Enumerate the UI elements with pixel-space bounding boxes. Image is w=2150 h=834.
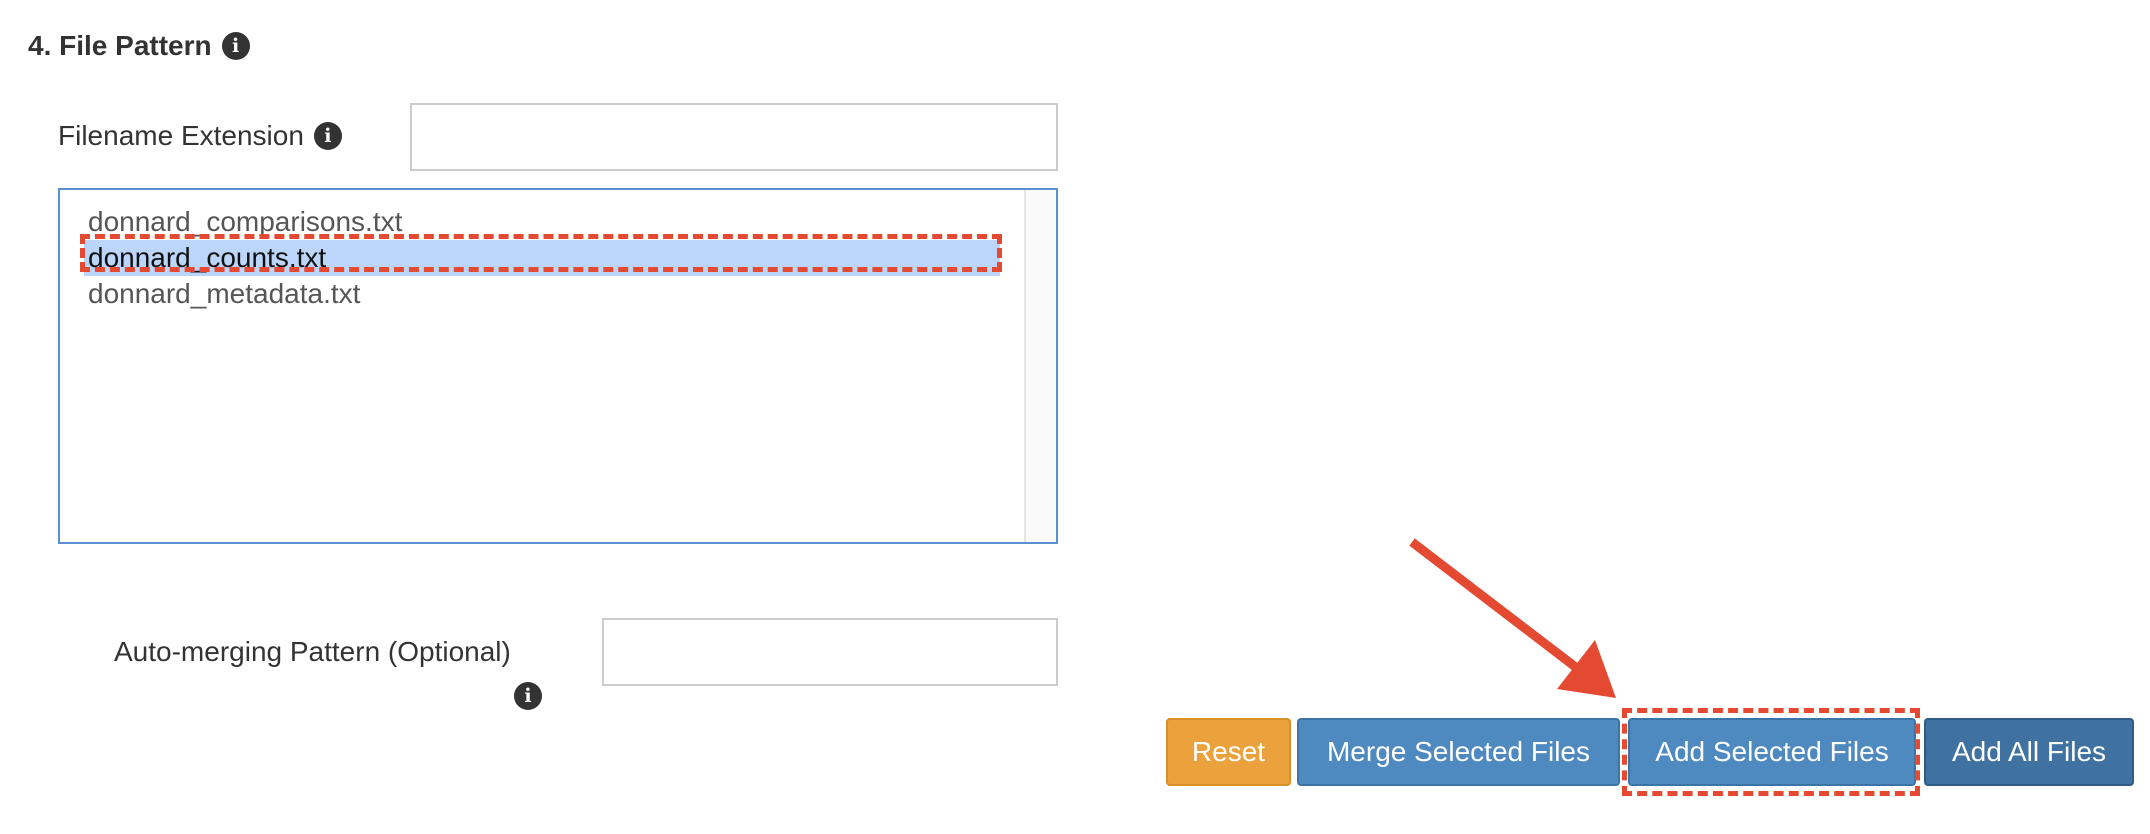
- merge-selected-files-button[interactable]: Merge Selected Files: [1297, 718, 1620, 786]
- info-circle-icon[interactable]: i: [221, 32, 250, 60]
- file-list-items: donnard_comparisons.txt donnard_counts.tx…: [60, 190, 1024, 542]
- reset-button[interactable]: Reset: [1166, 718, 1291, 786]
- auto-merging-label: Auto-merging Pattern (Optional): [114, 636, 511, 667]
- section-heading: 4. File Pattern i: [28, 30, 250, 62]
- auto-merging-label-group: Auto-merging Pattern (Optional): [114, 636, 511, 668]
- add-all-files-button[interactable]: Add All Files: [1924, 718, 2134, 786]
- page: 4. File Pattern i Filename Extension i d…: [0, 0, 2150, 834]
- info-circle-icon[interactable]: i: [514, 682, 542, 710]
- section-title: 4. File Pattern: [28, 30, 212, 61]
- listbox-scrollbar[interactable]: [1024, 190, 1056, 542]
- auto-merging-pattern-input[interactable]: [602, 618, 1058, 686]
- file-list-item[interactable]: donnard_counts.txt: [84, 240, 1000, 276]
- file-list-item[interactable]: donnard_comparisons.txt: [84, 204, 1000, 240]
- filename-extension-label-group: Filename Extension i: [58, 120, 342, 152]
- add-selected-files-button[interactable]: Add Selected Files: [1628, 718, 1916, 786]
- filename-extension-input[interactable]: [410, 103, 1058, 171]
- filename-extension-label: Filename Extension: [58, 120, 304, 151]
- info-circle-icon[interactable]: i: [313, 122, 342, 150]
- file-listbox[interactable]: donnard_comparisons.txt donnard_counts.tx…: [58, 188, 1058, 544]
- file-list-item[interactable]: donnard_metadata.txt: [84, 276, 1000, 312]
